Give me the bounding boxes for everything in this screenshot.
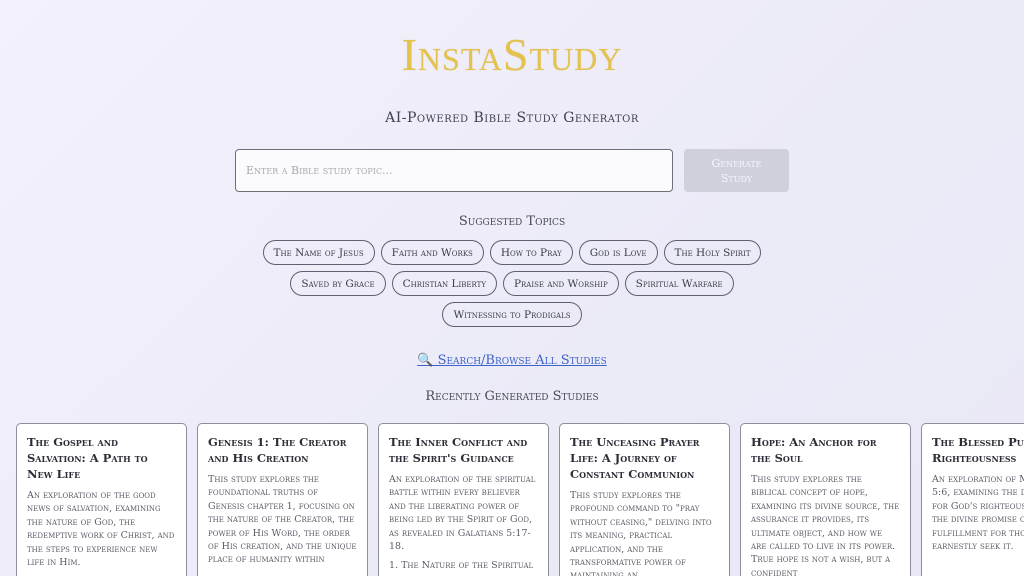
topic-chip[interactable]: Christian Liberty <box>391 271 497 296</box>
app-subtitle: AI-Powered Bible Study Generator <box>385 110 639 126</box>
topic-chip[interactable]: Witnessing to Prodigals <box>442 302 582 327</box>
study-card-summary: An exploration of the spiritual battle w… <box>389 474 536 553</box>
recent-studies-carousel[interactable]: The Gospel and Salvation: A Path to New … <box>16 423 1024 576</box>
study-card-title: The Blessed Pursuit of Righteousness <box>932 435 1024 465</box>
study-card[interactable]: The Unceasing Prayer Life: A Journey of … <box>559 423 730 576</box>
topic-chip[interactable]: Spiritual Warfare <box>624 271 734 296</box>
study-card-summary: An exploration of the good news of salva… <box>27 490 175 569</box>
generate-study-button[interactable]: Generate Study <box>684 149 789 192</box>
topic-chip[interactable]: The Name of Jesus <box>262 240 375 265</box>
study-card-summary: An exploration of Matthew 5:6, examining… <box>932 474 1024 553</box>
browse-all-studies-link[interactable]: 🔍 Search/Browse All Studies <box>0 353 1024 368</box>
study-card[interactable]: Hope: An Anchor for the Soul This study … <box>740 423 911 576</box>
topic-chip[interactable]: The Holy Spirit <box>663 240 762 265</box>
suggested-topics-list: The Name of Jesus Faith and Works How to… <box>250 240 774 327</box>
study-card-summary: This study explores the foundational tru… <box>208 474 357 566</box>
study-card[interactable]: The Inner Conflict and the Spirit's Guid… <box>378 423 549 576</box>
topic-input[interactable] <box>235 149 673 192</box>
study-card-title: The Inner Conflict and the Spirit's Guid… <box>389 435 528 465</box>
study-card[interactable]: Genesis 1: The Creator and His Creation … <box>197 423 368 576</box>
topic-chip[interactable]: God is Love <box>578 240 658 265</box>
topic-chip[interactable]: How to Pray <box>489 240 573 265</box>
suggested-topics-heading: Suggested Topics <box>458 214 566 229</box>
study-card-summary: This study explores the biblical concept… <box>751 474 900 576</box>
study-card-title: The Gospel and Salvation: A Path to New … <box>27 435 148 481</box>
study-card-title: Genesis 1: The Creator and His Creation <box>208 435 347 465</box>
study-card-summary: This study explores the profound command… <box>570 490 712 576</box>
topic-chip[interactable]: Saved by Grace <box>290 271 386 296</box>
study-card-outline: 1. The Nature of the Spiritual <box>389 560 534 572</box>
study-card[interactable]: The Gospel and Salvation: A Path to New … <box>16 423 187 576</box>
app-logo: InstaStudy <box>401 29 623 80</box>
study-card-title: Hope: An Anchor for the Soul <box>751 435 877 465</box>
topic-chip[interactable]: Praise and Worship <box>502 271 619 296</box>
study-card[interactable]: The Blessed Pursuit of Righteousness An … <box>921 423 1024 576</box>
study-card-title: The Unceasing Prayer Life: A Journey of … <box>570 435 700 481</box>
browse-link-label: 🔍 Search/Browse All Studies <box>417 353 607 368</box>
topic-chip[interactable]: Faith and Works <box>380 240 484 265</box>
recent-studies-heading: Recently Generated Studies <box>425 389 599 404</box>
